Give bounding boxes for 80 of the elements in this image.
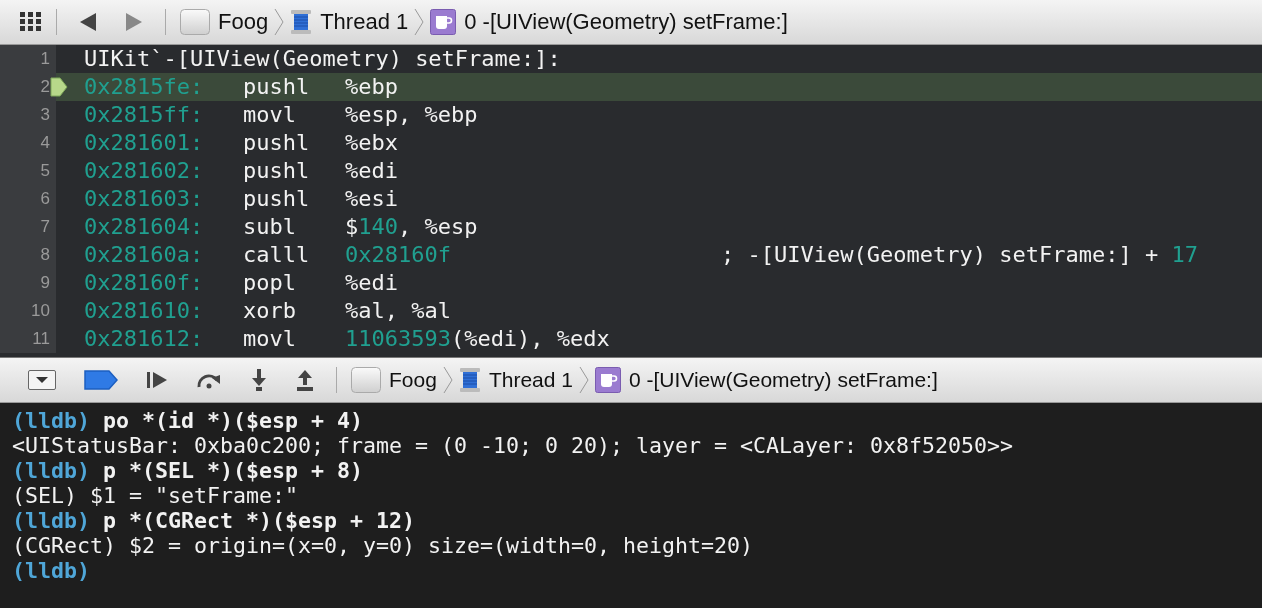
breakpoints-toggle-icon[interactable] (84, 370, 118, 390)
mug-icon (430, 9, 457, 35)
mnemonic-text: pushl (242, 185, 311, 213)
step-out-icon[interactable] (296, 369, 314, 391)
back-icon[interactable] (79, 12, 97, 32)
breadcrumb-item[interactable]: Thread 1 (284, 9, 415, 35)
line-number: 2 (40, 77, 50, 96)
mnemonic-text: calll (242, 241, 311, 269)
address-text: 0x2815ff: (84, 101, 205, 129)
line-number: 4 (40, 133, 50, 152)
operand-text: 0x28160f (344, 241, 452, 269)
continue-icon[interactable] (146, 371, 168, 389)
line-number: 7 (40, 217, 50, 236)
address-text: 0x281612: (84, 325, 205, 353)
operand-text: $140, %esp (344, 213, 479, 241)
operand-text: %edi (344, 157, 399, 185)
address-text: 0x281610: (84, 297, 205, 325)
program-counter-icon (50, 77, 68, 97)
prompt-text: (lldb) (12, 458, 90, 483)
line-number: 3 (40, 105, 50, 124)
address-text: 0x281601: (84, 129, 205, 157)
mnemonic-text: pushl (242, 73, 311, 101)
command-text: p *(SEL *)($esp + 8) (103, 458, 364, 483)
breadcrumb-item[interactable]: Foog (345, 367, 443, 393)
breadcrumb-item[interactable]: Foog (174, 9, 275, 35)
caret-icon (35, 376, 49, 384)
mnemonic-text: pushl (242, 129, 311, 157)
line-number: 6 (40, 189, 50, 208)
step-into-icon[interactable] (250, 369, 268, 391)
command-text: p *(CGRect *)($esp + 12) (103, 508, 416, 533)
forward-icon[interactable] (125, 12, 143, 32)
chevron-icon (274, 8, 285, 36)
line-number: 8 (40, 245, 50, 264)
prompt-text: (lldb) (12, 408, 90, 433)
step-over-icon[interactable] (196, 371, 222, 389)
address-text: 0x281604: (84, 213, 205, 241)
project-icon (351, 367, 381, 393)
symbol-label: UIKit`-[UIView(Geometry) setFrame:]: (84, 45, 561, 73)
mug-icon (594, 367, 621, 393)
command-text: po *(id *)($esp + 4) (103, 408, 364, 433)
operand-text: %ebp (344, 73, 399, 101)
output-text: <UIStatusBar: 0xba0c200; frame = (0 -10; 0 20); layer = <CALayer: 0x8f52050>> (12, 433, 1014, 458)
address-text: 0x28160a: (84, 241, 205, 269)
mnemonic-text: pushl (242, 157, 311, 185)
operand-text: %esp, %ebp (344, 101, 479, 129)
line-number: 1 (40, 49, 50, 68)
line-number: 11 (32, 329, 50, 348)
chevron-icon (414, 8, 425, 36)
address-text: 0x2815fe: (84, 73, 205, 101)
grid-icon[interactable] (20, 12, 42, 32)
operand-text: %ebx (344, 129, 399, 157)
address-text: 0x281603: (84, 185, 205, 213)
output-text: (SEL) $1 = "setFrame:" (12, 483, 298, 508)
operand-text: %edi (344, 269, 399, 297)
breadcrumb-item[interactable]: Thread 1 (452, 367, 579, 393)
mnemonic-text: movl (242, 101, 297, 129)
spool-icon (458, 367, 481, 393)
line-number: 10 (31, 301, 50, 320)
breadcrumb-item[interactable]: 0 -[UIView(Geometry) setFrame:] (588, 367, 944, 393)
chevron-icon (578, 366, 589, 394)
operand-text: %al, %al (344, 297, 452, 325)
output-text: (CGRect) $2 = origin=(x=0, y=0) size=(width=0, height=20) (12, 533, 754, 558)
breadcrumb-item[interactable]: 0 -[UIView(Geometry) setFrame:] (424, 9, 794, 35)
address-text: 0x28160f: (84, 269, 205, 297)
mnemonic-text: subl (242, 213, 297, 241)
prompt-text: (lldb) (12, 558, 90, 583)
hide-console-button[interactable] (28, 370, 56, 390)
comment-text: ; -[UIView(Geometry) setFrame:] + 17 (721, 241, 1198, 269)
address-text: 0x281602: (84, 157, 205, 185)
line-number: 9 (40, 273, 50, 292)
spool-icon (290, 9, 313, 35)
mnemonic-text: xorb (242, 297, 297, 325)
operand-text: 11063593(%edi), %edx (344, 325, 611, 353)
mnemonic-text: movl (242, 325, 297, 353)
operand-text: %esi (344, 185, 399, 213)
chevron-icon (442, 366, 453, 394)
project-icon (180, 9, 210, 35)
prompt-text: (lldb) (12, 508, 90, 533)
mnemonic-text: popl (242, 269, 297, 297)
line-number: 5 (40, 161, 50, 180)
